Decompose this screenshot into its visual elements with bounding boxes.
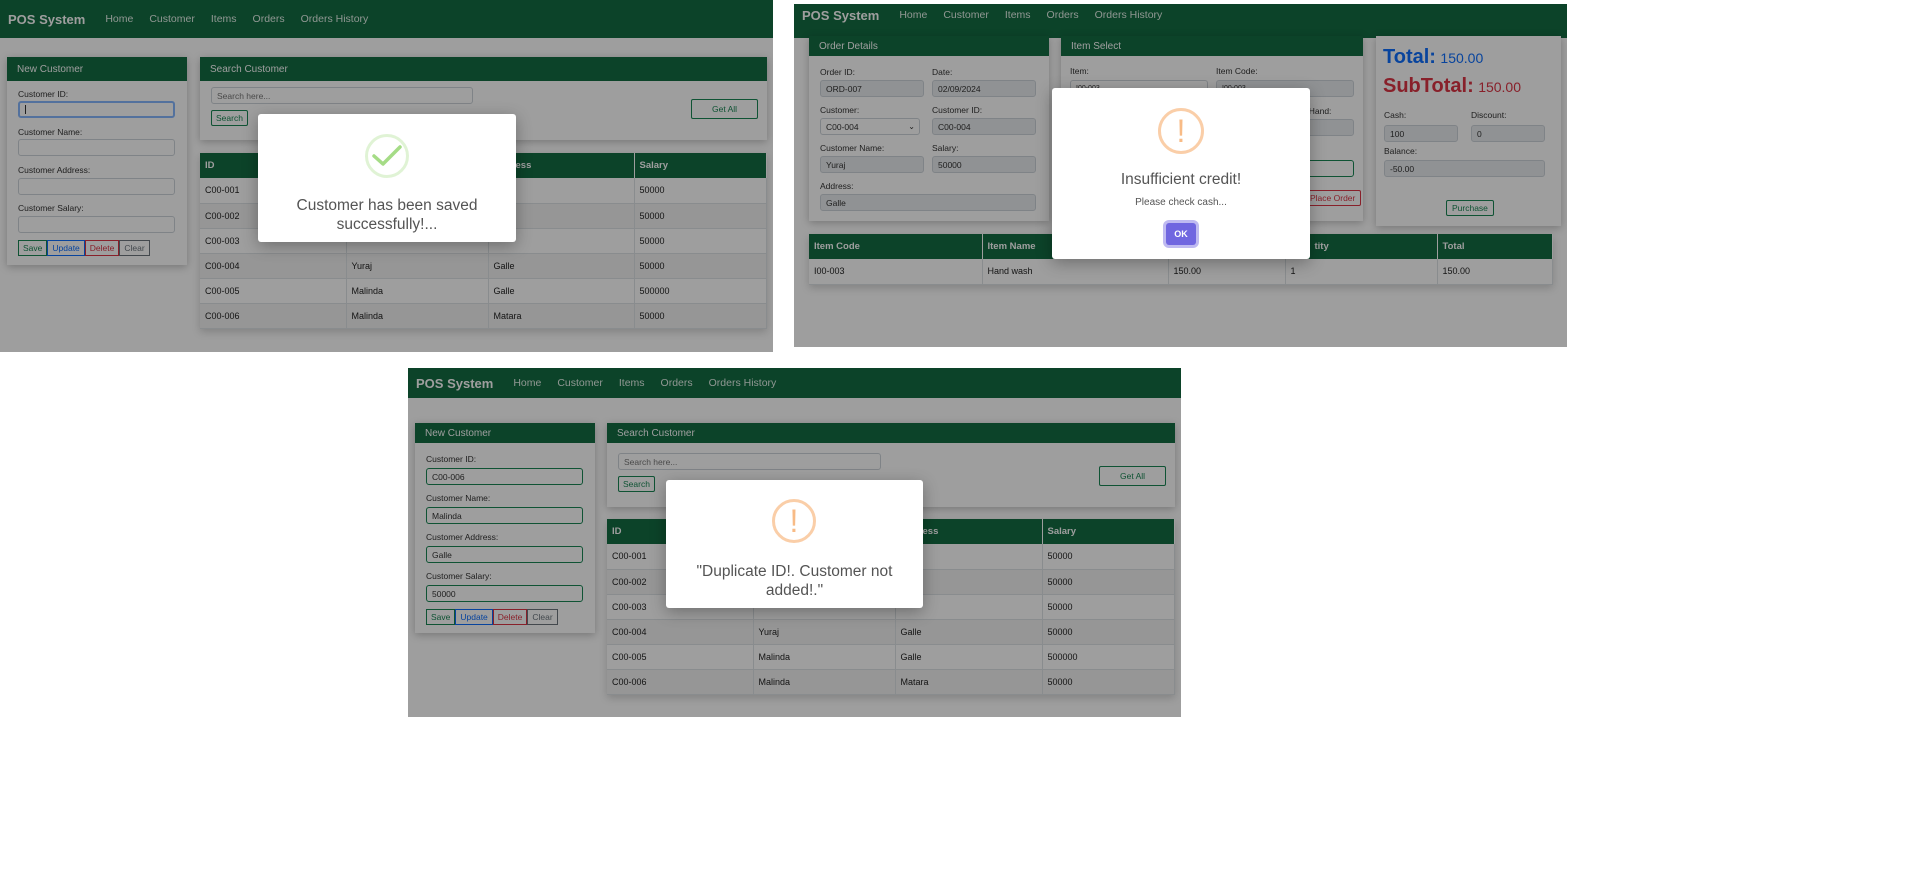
screenshot-customer-saved: POS System Home Customer Items Orders Or…	[0, 0, 773, 352]
warning-text: Please check cash...	[1135, 197, 1227, 208]
exclamation-icon: !	[1176, 112, 1186, 149]
warning-icon-ring: !	[1158, 108, 1204, 154]
success-dialog: Customer has been saved successfully!...	[258, 114, 516, 242]
warning-icon-ring: !	[772, 499, 816, 543]
success-icon-ring	[365, 134, 409, 178]
success-message: Customer has been saved successfully!...	[296, 197, 478, 234]
check-icon	[372, 145, 402, 166]
screenshot-orders-insufficient: POS System Home Customer Items Orders Or…	[794, 4, 1567, 347]
exclamation-icon: !	[789, 502, 799, 539]
screenshot-duplicate-id: POS System Home Customer Items Orders Or…	[408, 368, 1181, 717]
duplicate-message: "Duplicate ID!. Customer not added!."	[696, 563, 893, 600]
duplicate-dialog: ! "Duplicate ID!. Customer not added!."	[666, 480, 923, 608]
ok-button[interactable]: OK	[1166, 223, 1196, 245]
warning-title: Insufficient credit!	[1120, 171, 1242, 188]
warning-dialog: ! Insufficient credit! Please check cash…	[1052, 88, 1310, 259]
